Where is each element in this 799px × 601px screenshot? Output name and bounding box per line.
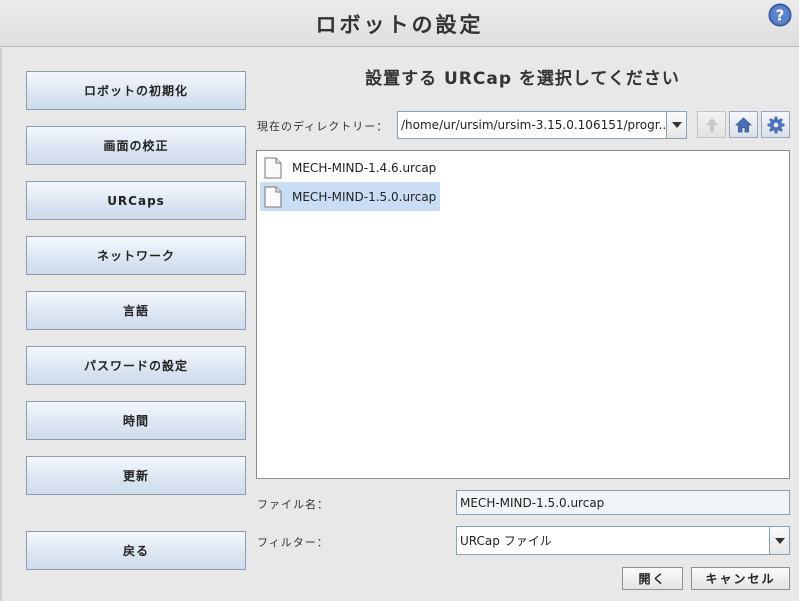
- file-item-selected[interactable]: MECH-MIND-1.5.0.urcap: [260, 182, 441, 211]
- back-button[interactable]: 戻る: [26, 531, 246, 570]
- home-directory-button[interactable]: [729, 111, 758, 138]
- up-directory-button[interactable]: [697, 111, 726, 138]
- chevron-down-icon[interactable]: [769, 527, 789, 554]
- directory-label: 現在のディレクトリー：: [257, 120, 389, 133]
- file-icon: [264, 157, 282, 178]
- file-list[interactable]: MECH-MIND-1.4.6.urcap MECH-MIND-1.5.0.ur…: [256, 150, 790, 479]
- filename-label: ファイル名：: [257, 498, 329, 511]
- file-icon: [264, 186, 282, 207]
- left-edge: [0, 48, 2, 601]
- file-name: MECH-MIND-1.5.0.urcap: [292, 189, 437, 204]
- filter-label: フィルター：: [257, 536, 329, 549]
- filter-value: URCap ファイル: [460, 534, 552, 548]
- sidebar-item-password[interactable]: パスワードの設定: [26, 346, 246, 385]
- directory-value: /home/ur/ursim/ursim-3.15.0.106151/progr…: [401, 118, 666, 132]
- file-name: MECH-MIND-1.4.6.urcap: [292, 160, 437, 175]
- settings-button[interactable]: [761, 111, 790, 138]
- filename-field[interactable]: MECH-MIND-1.5.0.urcap: [456, 490, 790, 515]
- home-icon: [735, 116, 752, 132]
- svg-text:?: ?: [776, 7, 785, 25]
- page-title: ロボットの設定: [315, 13, 484, 37]
- sidebar-item-language[interactable]: 言語: [26, 291, 246, 330]
- open-button[interactable]: 開く: [622, 567, 683, 590]
- sidebar-item-time[interactable]: 時間: [26, 401, 246, 440]
- dialog-heading: 設置する URCap を選択してください: [365, 69, 680, 89]
- directory-combo[interactable]: /home/ur/ursim/ursim-3.15.0.106151/progr…: [397, 111, 687, 139]
- sidebar-item-robot-init[interactable]: ロボットの初期化: [26, 71, 246, 110]
- cancel-button[interactable]: キャンセル: [691, 567, 790, 590]
- file-item[interactable]: MECH-MIND-1.4.6.urcap: [260, 153, 440, 182]
- filename-value: MECH-MIND-1.5.0.urcap: [460, 495, 605, 510]
- filter-combo[interactable]: URCap ファイル: [456, 526, 790, 555]
- gear-icon: [767, 116, 784, 133]
- sidebar-item-update[interactable]: 更新: [26, 456, 246, 495]
- help-icon[interactable]: ?: [768, 3, 792, 27]
- chevron-down-icon[interactable]: [666, 112, 686, 138]
- title-bar: ロボットの設定 ?: [0, 0, 799, 47]
- sidebar-item-urcaps[interactable]: URCaps: [26, 181, 246, 220]
- up-arrow-icon: [705, 117, 718, 132]
- sidebar-item-screen-calibration[interactable]: 画面の校正: [26, 126, 246, 165]
- sidebar-item-network[interactable]: ネットワーク: [26, 236, 246, 275]
